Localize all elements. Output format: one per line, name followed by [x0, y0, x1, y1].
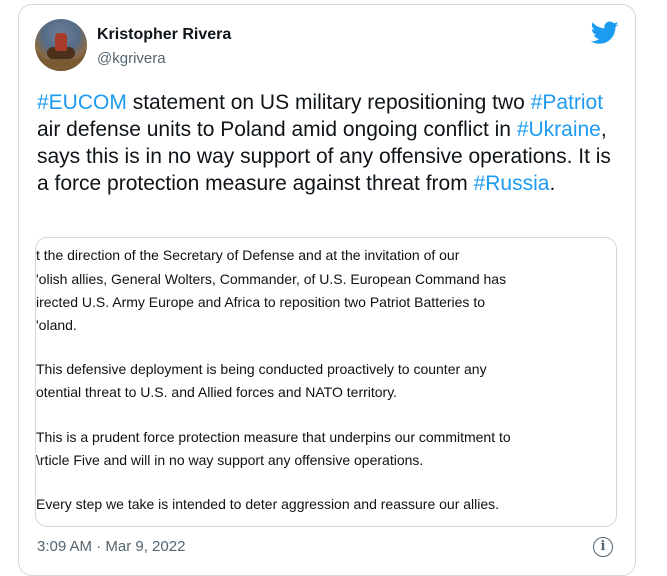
image-line-5: This defensive deployment is being condu…	[36, 361, 487, 377]
image-line-7: This is a prudent force protection measu…	[36, 429, 511, 445]
tweet-text: #EUCOM statement on US military repositi…	[37, 89, 627, 197]
tweet-text-segment: statement on US military repositioning t…	[126, 91, 531, 114]
image-line-9: Every step we take is intended to deter …	[36, 496, 500, 512]
image-line-4: 'oland.	[36, 317, 77, 333]
avatar[interactable]	[35, 19, 87, 71]
avatar-rider	[55, 33, 67, 51]
twitter-bird-icon[interactable]	[591, 21, 619, 45]
hashtag-link[interactable]: #EUCOM	[37, 91, 127, 114]
image-line-2: 'olish allies, General Wolters, Commande…	[36, 271, 507, 287]
statement-image[interactable]: t the direction of the Secretary of Defe…	[35, 237, 617, 527]
hashtag-link[interactable]: #Russia	[474, 172, 550, 195]
author-name[interactable]: Kristopher Rivera	[97, 26, 231, 44]
avatar-ground	[35, 59, 87, 71]
image-line-1: t the direction of the Secretary of Defe…	[36, 247, 460, 263]
hashtag-link[interactable]: #Ukraine	[517, 118, 601, 141]
info-icon[interactable]: i	[593, 537, 613, 557]
tweet-text-segment: air defense units to Poland amid ongoing…	[37, 118, 517, 141]
image-line-3: irected U.S. Army Europe and Africa to r…	[36, 294, 485, 310]
author-handle[interactable]: @kgrivera	[97, 50, 166, 67]
hashtag-link[interactable]: #Patriot	[531, 91, 603, 114]
image-line-8: \rticle Five and will in no way support …	[36, 452, 424, 468]
tweet-card[interactable]: Kristopher Rivera @kgrivera #EUCOM state…	[18, 4, 636, 576]
tweet-timestamp[interactable]: 3:09 AM · Mar 9, 2022	[37, 538, 185, 555]
tweet-text-segment: .	[549, 172, 556, 195]
image-line-6: otential threat to U.S. and Allied force…	[36, 384, 398, 400]
